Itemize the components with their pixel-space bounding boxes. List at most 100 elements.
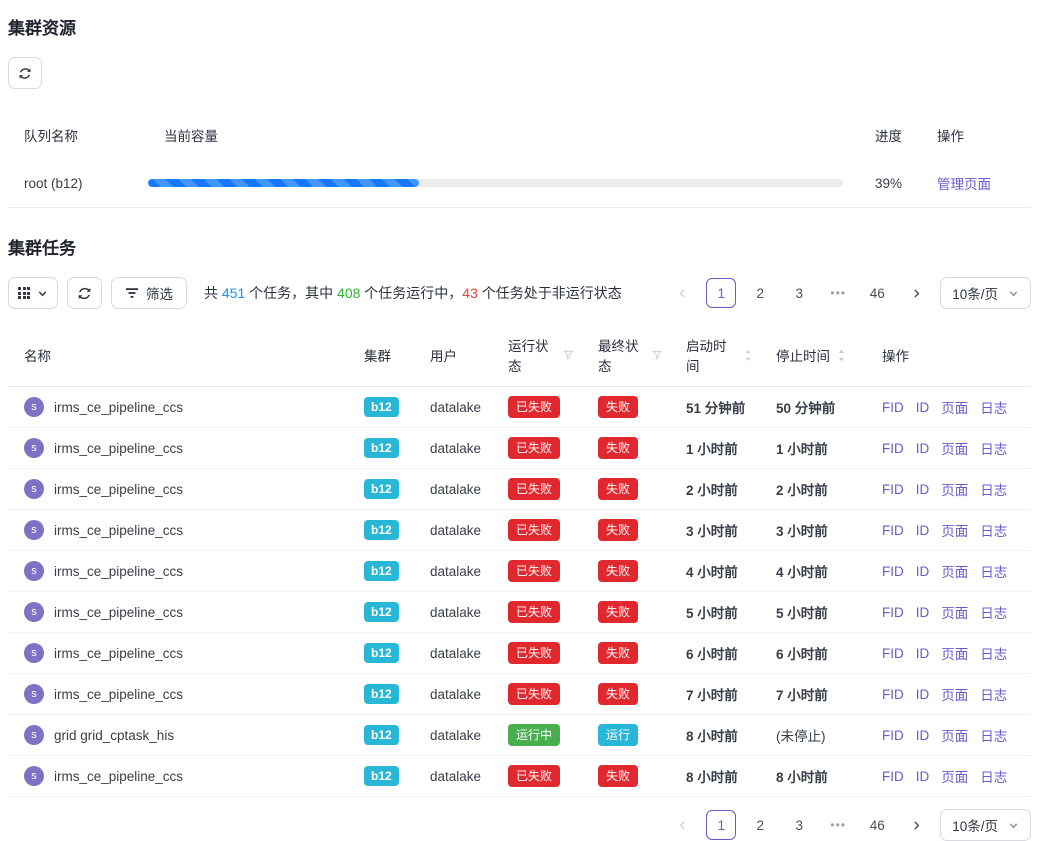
resources-table-header: 队列名称 当前容量 进度 操作 [8,115,1031,159]
action-link-fid[interactable]: FID [882,728,904,743]
action-link-log[interactable]: 日志 [980,684,1007,704]
page-size-value: 10条/页 [952,815,998,835]
task-name: irms_ce_pipeline_ccs [54,564,183,579]
task-name: irms_ce_pipeline_ccs [54,605,183,620]
filter-button-label: 筛选 [146,283,173,303]
running-count: 408 [337,285,360,301]
manage-page-link[interactable]: 管理页面 [937,177,991,192]
run-status-badge: 已失败 [508,601,560,622]
action-link-id[interactable]: ID [916,646,930,661]
row-actions: FID ID 页面日志 [866,602,1031,622]
user-name: datalake [414,605,492,620]
action-link-fid[interactable]: FID [882,687,904,702]
action-link-id[interactable]: ID [916,400,930,415]
chevron-right-icon [911,820,922,831]
action-link-log[interactable]: 日志 [980,438,1007,458]
action-link-page[interactable]: 页面 [941,520,968,540]
row-actions: FID ID 页面日志 [866,643,1031,663]
table-row: s grid grid_cptask_his b12 datalake 运行中 … [8,715,1031,756]
run-status-badge: 已失败 [508,683,560,704]
column-settings-button[interactable] [8,277,58,309]
table-row: s irms_ce_pipeline_ccs b12 datalake 已失败 … [8,387,1031,428]
action-link-id[interactable]: ID [916,687,930,702]
action-link-log[interactable]: 日志 [980,561,1007,581]
action-link-page[interactable]: 页面 [941,561,968,581]
action-link-id[interactable]: ID [916,605,930,620]
pagination-page-2[interactable]: 2 [745,278,775,308]
action-link-page[interactable]: 页面 [941,766,968,786]
pagination-page-1[interactable]: 1 [706,810,736,840]
action-link-fid[interactable]: FID [882,605,904,620]
pagination-page-2[interactable]: 2 [745,810,775,840]
table-row: s irms_ce_pipeline_ccs b12 datalake 已失败 … [8,633,1031,674]
task-type-avatar: s [24,520,44,540]
action-link-log[interactable]: 日志 [980,520,1007,540]
pagination-page-46[interactable]: 46 [862,278,892,308]
filter-funnel-icon[interactable] [652,349,662,361]
filter-button[interactable]: 筛选 [111,277,187,309]
chevron-right-icon [911,288,922,299]
action-link-id[interactable]: ID [916,769,930,784]
tasks-toolbar: 筛选 共 451 个任务，其中 408 个任务运行中，43 个任务处于非运行状态… [8,277,1031,309]
cluster-tasks-section: 集群任务 筛选 共 451 个任务，其中 408 个任务运行中，43 个任务处于… [8,234,1031,841]
action-link-page[interactable]: 页面 [941,438,968,458]
action-link-log[interactable]: 日志 [980,766,1007,786]
action-link-fid[interactable]: FID [882,482,904,497]
table-row: s irms_ce_pipeline_ccs b12 datalake 已失败 … [8,674,1031,715]
action-link-fid[interactable]: FID [882,400,904,415]
col-action: 操作 [921,115,1031,159]
task-type-avatar: s [24,643,44,663]
row-actions: FID ID 页面日志 [866,561,1031,581]
resources-refresh-button[interactable] [8,57,42,89]
progress-value: 39% [859,162,921,205]
action-link-id[interactable]: ID [916,728,930,743]
tasks-summary: 共 451 个任务，其中 408 个任务运行中，43 个任务处于非运行状态 [204,283,622,303]
row-actions: FID ID 页面日志 [866,520,1031,540]
filter-funnel-icon[interactable] [563,349,574,361]
action-link-id[interactable]: ID [916,441,930,456]
action-link-id[interactable]: ID [916,523,930,538]
table-row: s irms_ce_pipeline_ccs b12 datalake 已失败 … [8,510,1031,551]
tasks-refresh-button[interactable] [67,277,102,309]
action-link-page[interactable]: 页面 [941,602,968,622]
action-link-fid[interactable]: FID [882,646,904,661]
pagination-page-3[interactable]: 3 [784,810,814,840]
pagination-ellipsis[interactable]: ••• [823,278,853,308]
col-queue-name: 队列名称 [8,115,148,159]
action-link-log[interactable]: 日志 [980,643,1007,663]
pagination-page-1[interactable]: 1 [706,278,736,308]
action-link-log[interactable]: 日志 [980,725,1007,745]
pagination-page-3[interactable]: 3 [784,278,814,308]
stop-time: 5 小时前 [760,602,866,622]
action-link-page[interactable]: 页面 [941,643,968,663]
action-link-page[interactable]: 页面 [941,725,968,745]
resources-title: 集群资源 [8,14,1031,39]
pagination-next[interactable] [901,278,931,308]
sorter-icon[interactable] [837,348,846,363]
action-link-log[interactable]: 日志 [980,397,1007,417]
action-link-log[interactable]: 日志 [980,479,1007,499]
action-link-fid[interactable]: FID [882,441,904,456]
user-name: datalake [414,687,492,702]
task-type-avatar: s [24,684,44,704]
action-link-id[interactable]: ID [916,482,930,497]
action-link-id[interactable]: ID [916,564,930,579]
page-size-select[interactable]: 10条/页 [940,809,1031,841]
task-name: irms_ce_pipeline_ccs [54,769,183,784]
page-size-select[interactable]: 10条/页 [940,277,1031,309]
start-time: 7 小时前 [670,684,760,704]
action-link-log[interactable]: 日志 [980,602,1007,622]
pagination-ellipsis[interactable]: ••• [823,810,853,840]
cluster-badge: b12 [364,479,399,499]
action-link-page[interactable]: 页面 [941,397,968,417]
action-link-fid[interactable]: FID [882,564,904,579]
action-link-fid[interactable]: FID [882,769,904,784]
action-link-fid[interactable]: FID [882,523,904,538]
sorter-icon[interactable] [744,348,752,363]
task-name: irms_ce_pipeline_ccs [54,687,183,702]
action-link-page[interactable]: 页面 [941,479,968,499]
pagination-page-46[interactable]: 46 [862,810,892,840]
pagination-next[interactable] [901,810,931,840]
action-link-page[interactable]: 页面 [941,684,968,704]
final-status-badge: 失败 [598,601,638,622]
